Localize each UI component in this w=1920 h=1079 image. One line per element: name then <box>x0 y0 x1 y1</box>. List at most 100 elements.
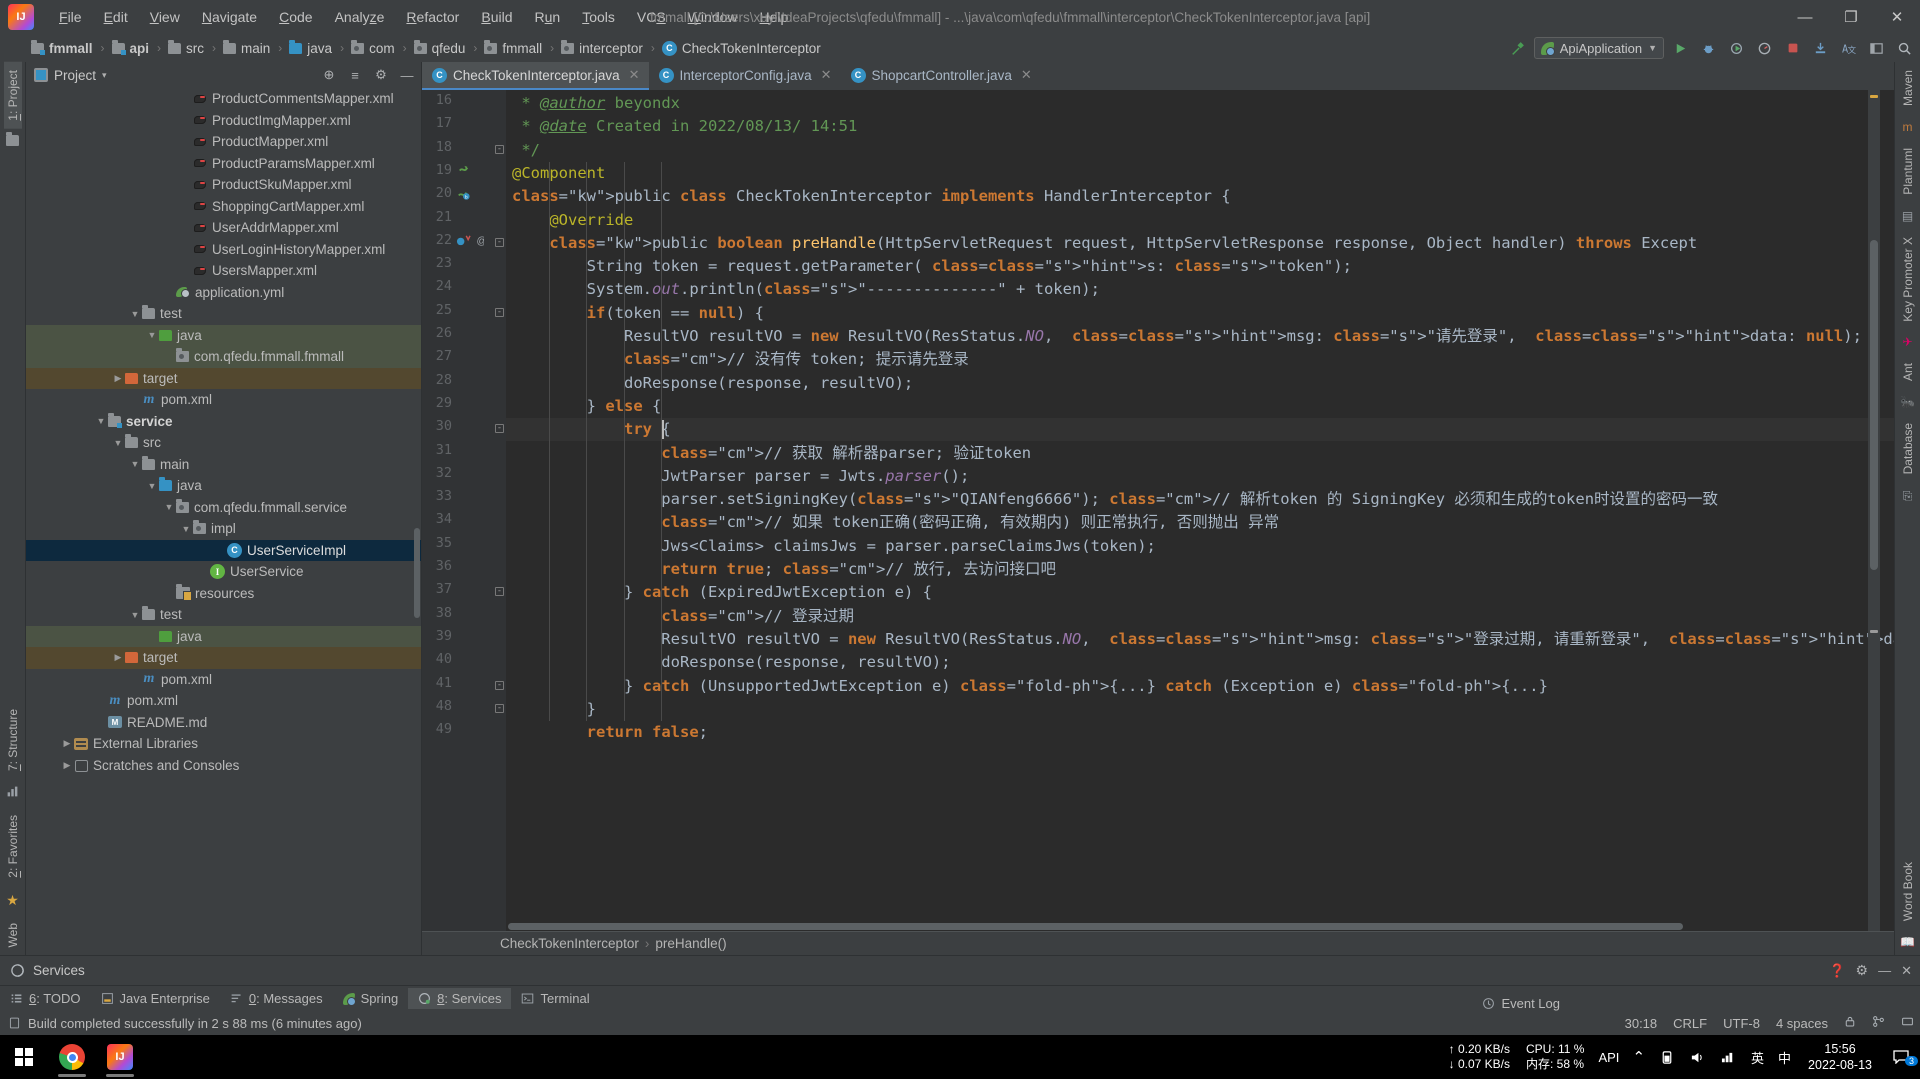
tool-window-terminal[interactable]: Terminal <box>511 988 599 1009</box>
star-icon[interactable]: ★ <box>6 892 19 909</box>
tree-node-test[interactable]: ▼ test <box>26 604 421 626</box>
navigation-bar[interactable]: fmmall › api › src › main › java › com ›… <box>0 34 1920 62</box>
help-icon[interactable]: ❓ <box>1829 963 1845 979</box>
nav-crumb-api[interactable]: api <box>109 39 153 57</box>
notification-center-button[interactable]: 3 <box>1882 1048 1920 1067</box>
main-toolbar[interactable]: ApiApplication ▼ A文 <box>1506 34 1916 62</box>
build-hammer-icon[interactable] <box>1506 37 1529 60</box>
nav-crumb-fmmall[interactable]: fmmall <box>28 39 96 57</box>
breadcrumb-method[interactable]: preHandle() <box>655 936 726 951</box>
error-stripe-marker-bar[interactable] <box>1868 90 1880 931</box>
tree-node-resources[interactable]: resources <box>26 583 421 605</box>
tab-checktokeninterceptor[interactable]: C CheckTokenInterceptor.java ✕ <box>422 62 649 90</box>
tree-node-usersmapper-xml[interactable]: UsersMapper.xml <box>26 260 421 282</box>
stop-button[interactable] <box>1781 37 1804 60</box>
indent-setting[interactable]: 4 spaces <box>1776 1016 1828 1031</box>
code-line[interactable]: parser.setSigningKey(class="s">"QIANfeng… <box>512 488 1718 511</box>
taskbar-app-intellij[interactable]: IJ <box>96 1035 144 1079</box>
horizontal-scrollbar[interactable] <box>508 923 1874 930</box>
gear-icon[interactable]: ⚙ <box>1856 962 1869 979</box>
menu-view[interactable]: View <box>139 5 191 29</box>
search-everywhere-translate-icon[interactable]: A文 <box>1837 37 1860 60</box>
menu-build[interactable]: Build <box>470 5 523 29</box>
menu-edit[interactable]: Edit <box>93 5 139 29</box>
taskbar-app-chrome[interactable] <box>48 1035 96 1079</box>
change-marker[interactable] <box>1870 630 1878 633</box>
memory-indicator-icon[interactable] <box>1901 1015 1914 1031</box>
left-tool-strip[interactable]: 1: Project 7: Structure 2: Favorites ★ W… <box>0 62 26 955</box>
menu-analyze[interactable]: Analyze <box>324 5 396 29</box>
code-line[interactable]: class="kw">public class CheckTokenInterc… <box>512 185 1231 208</box>
spring-bean-icon[interactable] <box>456 162 486 180</box>
code-line[interactable]: try { <box>512 418 671 441</box>
tree-expand-arrow-icon[interactable]: ▼ <box>162 502 176 512</box>
tool-window-spring[interactable]: Spring <box>333 988 409 1009</box>
tree-node-target[interactable]: ▶ target <box>26 647 421 669</box>
code-line[interactable]: } catch (ExpiredJwtException e) { <box>512 581 932 604</box>
breadcrumb-class[interactable]: CheckTokenInterceptor <box>500 936 639 951</box>
sidebar-item-ant[interactable]: Ant <box>1899 355 1917 389</box>
close-icon[interactable]: ✕ <box>1021 67 1032 83</box>
code-line[interactable]: @Component <box>512 162 605 185</box>
code-fold-toggle[interactable]: - <box>495 144 504 154</box>
nav-crumb-main[interactable]: main <box>220 39 273 57</box>
sidebar-item-maven[interactable]: Maven <box>1899 62 1917 114</box>
code-fold-toggle[interactable]: - <box>495 680 504 690</box>
maven-icon[interactable]: m <box>1903 120 1913 134</box>
tool-window-todo[interactable]: 6: TODO <box>0 988 91 1009</box>
code-line[interactable]: class="cm">// 登录过期 <box>512 605 854 628</box>
tree-node-productskumapper-xml[interactable]: ProductSkuMapper.xml <box>26 174 421 196</box>
chevron-down-icon[interactable]: ▾ <box>102 70 107 81</box>
gear-icon[interactable]: ⚙ <box>371 65 391 85</box>
search-icon[interactable] <box>1893 37 1916 60</box>
code-fold-toggle[interactable]: - <box>495 237 504 247</box>
tree-expand-arrow-icon[interactable]: ▼ <box>94 416 108 426</box>
sidebar-item-structure[interactable]: 7: Structure <box>4 701 22 779</box>
bottom-tool-window-bar[interactable]: 6: TODO Java Enterprise 0: Messages Spri… <box>0 985 1920 1011</box>
recent-files-icon[interactable] <box>6 131 19 146</box>
tree-node-pom-xml[interactable]: m pom.xml <box>26 690 421 712</box>
ime-chinese-indicator[interactable]: 中 <box>1771 1035 1798 1079</box>
nav-crumb-interceptor[interactable]: interceptor <box>558 39 646 57</box>
sidebar-item-web[interactable]: Web <box>4 915 22 955</box>
window-controls[interactable]: — ❐ ✕ <box>1782 0 1920 34</box>
key-promoter-icon[interactable]: ✈ <box>1902 335 1912 349</box>
ime-english-indicator[interactable]: 英 <box>1744 1035 1771 1079</box>
update-project-icon[interactable] <box>1809 37 1832 60</box>
code-fold-toggle[interactable]: - <box>495 424 504 434</box>
nav-crumb-class[interactable]: C CheckTokenInterceptor <box>659 40 824 57</box>
tree-node-java[interactable]: ▼ java <box>26 475 421 497</box>
battery-icon[interactable] <box>1652 1035 1682 1079</box>
project-tree[interactable]: ProductCommentsMapper.xml ProductImgMappe… <box>26 88 421 955</box>
code-line[interactable]: doResponse(response, resultVO); <box>512 372 913 395</box>
book-icon[interactable]: 📖 <box>1900 935 1915 949</box>
nav-crumb-fmmall-pkg[interactable]: fmmall <box>481 39 545 57</box>
tree-node-productimgmapper-xml[interactable]: ProductImgMapper.xml <box>26 110 421 132</box>
start-button[interactable] <box>0 1035 48 1079</box>
tree-expand-arrow-icon[interactable]: ▼ <box>128 459 142 469</box>
code-line[interactable]: } catch (UnsupportedJwtException e) clas… <box>512 675 1548 698</box>
nav-crumb-qfedu[interactable]: qfedu <box>411 39 469 57</box>
tree-node-external-libraries[interactable]: ▶ External Libraries <box>26 733 421 755</box>
hide-icon[interactable]: ✕ <box>1901 963 1912 979</box>
vertical-scrollbar[interactable] <box>1870 240 1878 570</box>
tab-interceptorconfig[interactable]: C InterceptorConfig.java ✕ <box>649 62 841 90</box>
status-bar-right[interactable]: 30:18 CRLF UTF-8 4 spaces <box>1625 1015 1914 1031</box>
tree-node-userservice[interactable]: I UserService <box>26 561 421 583</box>
tree-node-userloginhistorymapper-xml[interactable]: UserLoginHistoryMapper.xml <box>26 239 421 261</box>
editor-tab-bar[interactable]: C CheckTokenInterceptor.java ✕ C Interce… <box>422 62 1894 90</box>
fold-column[interactable]: - - - - - - - <box>494 90 506 931</box>
code-line[interactable]: ResultVO resultVO = new ResultVO(ResStat… <box>512 628 1894 651</box>
ant-icon[interactable]: 🐜 <box>1900 395 1915 409</box>
menu-run[interactable]: Run <box>524 5 572 29</box>
tree-expand-arrow-icon[interactable]: ▶ <box>111 652 125 663</box>
sidebar-item-word-book[interactable]: Word Book <box>1899 854 1917 929</box>
services-header-actions[interactable]: ❓ ⚙ — ✕ <box>1829 962 1912 979</box>
tree-node-readme-md[interactable]: README.md <box>26 712 421 734</box>
code-line[interactable]: * @author beyondx <box>512 92 680 115</box>
code-line[interactable]: } <box>512 698 596 721</box>
tree-node-java[interactable]: java <box>26 625 421 647</box>
code-line[interactable]: System.out.println(class="s">"----------… <box>512 278 1100 301</box>
run-configuration-selector[interactable]: ApiApplication ▼ <box>1533 37 1664 59</box>
layout-icon[interactable] <box>1865 37 1888 60</box>
